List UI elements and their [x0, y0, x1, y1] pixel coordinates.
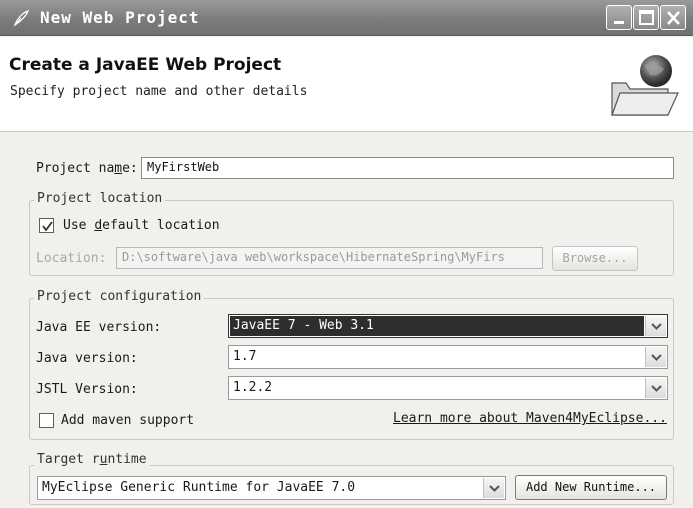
java-version-select[interactable]: 1.7 — [228, 345, 668, 369]
folder-globe-icon — [611, 55, 679, 116]
jstl-version-value: 1.2.2 — [233, 380, 273, 395]
add-new-runtime-button[interactable]: Add New Runtime... — [515, 475, 667, 500]
chevron-down-icon — [651, 323, 662, 330]
javaee-version-value: JavaEE 7 - Web 3.1 — [233, 318, 374, 333]
jstl-version-select[interactable]: 1.2.2 — [228, 376, 668, 400]
project-configuration-title: Project configuration — [34, 289, 205, 304]
jstl-version-label: JSTL Version: — [36, 382, 138, 397]
maven-learn-more-link[interactable]: Learn more about Maven4MyEclipse... — [393, 411, 667, 426]
add-maven-support-checkbox[interactable] — [39, 413, 54, 428]
new-web-project-dialog: New Web Project Create a JavaEE Web Proj… — [0, 0, 693, 508]
target-runtime-title: Target runtime — [34, 452, 150, 467]
checkmark-icon — [42, 221, 53, 232]
minimize-icon — [614, 21, 624, 24]
javaee-version-label: Java EE version: — [36, 320, 162, 335]
javaee-version-select[interactable]: JavaEE 7 - Web 3.1 — [228, 314, 668, 338]
window-title: New Web Project — [40, 8, 200, 27]
chevron-down-icon — [651, 385, 662, 392]
wizard-header: Create a JavaEE Web Project Specify proj… — [0, 37, 693, 132]
eclipse-feather-icon — [13, 9, 30, 27]
chevron-down-icon — [489, 485, 500, 492]
use-default-location-checkbox[interactable] — [39, 218, 54, 233]
browse-button[interactable]: Browse... — [552, 246, 638, 271]
add-maven-support-label[interactable]: Add maven support — [61, 413, 194, 428]
minimize-button[interactable] — [606, 5, 632, 30]
project-name-input[interactable]: MyFirstWeb — [141, 157, 674, 179]
java-version-value: 1.7 — [233, 349, 257, 364]
maximize-button[interactable] — [633, 5, 659, 30]
location-label: Location: — [36, 251, 107, 266]
project-location-title: Project location — [34, 191, 166, 206]
location-input[interactable]: D:\software\java web\workspace\Hibernate… — [116, 247, 543, 269]
close-icon — [667, 11, 680, 25]
use-default-location-label[interactable]: Use default location — [63, 218, 220, 233]
close-button[interactable] — [660, 5, 686, 30]
title-bar[interactable]: New Web Project — [0, 0, 693, 36]
java-version-label: Java version: — [36, 351, 138, 366]
project-name-label: Project name: — [36, 161, 138, 176]
target-runtime-select[interactable]: MyEclipse Generic Runtime for JavaEE 7.0 — [37, 476, 506, 500]
wizard-title: Create a JavaEE Web Project — [9, 55, 282, 75]
maximize-icon — [639, 10, 654, 25]
wizard-subtitle: Specify project name and other details — [10, 84, 308, 99]
chevron-down-icon — [651, 354, 662, 361]
target-runtime-value: MyEclipse Generic Runtime for JavaEE 7.0 — [42, 480, 356, 495]
